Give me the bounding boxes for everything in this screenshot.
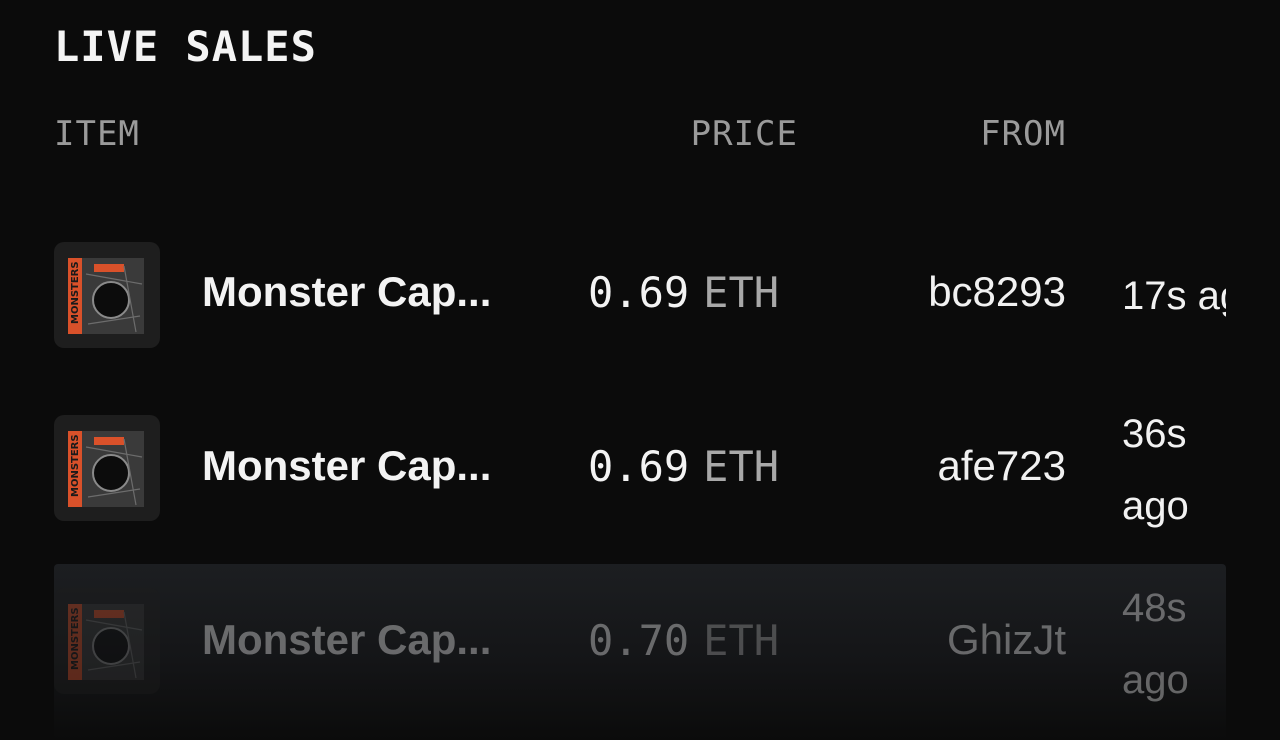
price-unit: ETH [703, 442, 780, 491]
item-price: 0.69 ETH [588, 442, 800, 491]
monsters-cap-pack-icon[interactable]: MONSTERS [54, 242, 160, 348]
monsters-cap-pack-icon[interactable]: MONSTERS [54, 588, 160, 694]
seller-address[interactable]: bc8293 [884, 268, 1066, 316]
sale-row[interactable]: MONSTERS Monster Cap... 0.70 ETH GhizJt 4… [54, 564, 1226, 740]
sale-row[interactable]: MONSTERS Monster Cap... 0.69 ETH afe723 3… [54, 394, 1226, 544]
live-sales-title: LIVE SALES [54, 22, 317, 71]
item-price: 0.69 ETH [588, 268, 800, 317]
sale-time: 48s ago [1122, 586, 1189, 702]
column-header-from: FROM [980, 114, 1066, 154]
sale-row[interactable]: MONSTERS Monster Cap... 0.69 ETH bc8293 1… [54, 220, 1226, 370]
seller-address[interactable]: afe723 [884, 442, 1066, 490]
column-header-price: PRICE [690, 114, 798, 154]
svg-text:MONSTERS: MONSTERS [70, 434, 81, 497]
price-unit: ETH [703, 268, 780, 317]
price-value: 0.69 [588, 442, 690, 491]
monsters-cap-pack-icon[interactable]: MONSTERS [54, 415, 160, 521]
price-value: 0.70 [588, 616, 690, 665]
sale-time: 17s ago [1122, 274, 1226, 318]
price-value: 0.69 [588, 268, 690, 317]
item-name[interactable]: Monster Cap... [202, 442, 522, 490]
svg-text:MONSTERS: MONSTERS [70, 261, 81, 324]
seller-address[interactable]: GhizJt [884, 616, 1066, 664]
item-price: 0.70 ETH [588, 616, 800, 665]
sale-time: 36s ago [1122, 412, 1189, 528]
price-unit: ETH [703, 616, 780, 665]
item-name[interactable]: Monster Cap... [202, 616, 522, 664]
item-name[interactable]: Monster Cap... [202, 268, 522, 316]
column-header-item: ITEM [54, 114, 140, 154]
svg-text:MONSTERS: MONSTERS [70, 607, 81, 670]
